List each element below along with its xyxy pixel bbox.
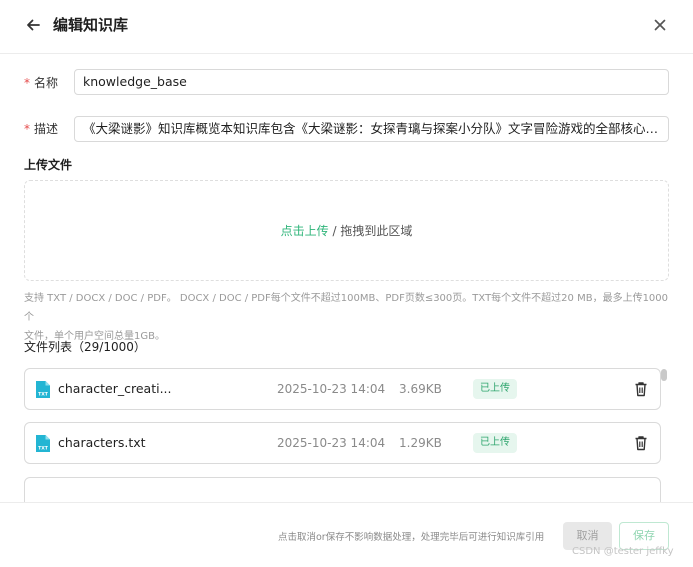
file-size: 1.29KB bbox=[399, 436, 442, 450]
footer-note: 点击取消or保存不影响数据处理，处理完毕后可进行知识库引用 bbox=[278, 532, 545, 543]
page-title: 编辑知识库 bbox=[53, 16, 129, 34]
trash-icon[interactable] bbox=[634, 381, 648, 397]
name-input[interactable]: knowledge_base bbox=[74, 69, 669, 95]
arrow-left-icon[interactable] bbox=[24, 16, 42, 34]
dialog-header: 编辑知识库 bbox=[0, 0, 693, 54]
file-date: 2025-10-23 14:04 bbox=[277, 382, 386, 396]
upload-hint: 支持 TXT / DOCX / DOC / PDF。 DOCX / DOC / … bbox=[24, 293, 669, 342]
status-badge: 已上传 bbox=[473, 433, 517, 453]
trash-icon[interactable] bbox=[634, 435, 648, 451]
txt-file-icon: TXT bbox=[36, 381, 50, 398]
file-name: character_creati... bbox=[58, 381, 172, 396]
description-input[interactable]: 《大梁谜影》知识库概览本知识库包含《大梁谜影：女探青璃与探案小分队》文字冒险游戏… bbox=[74, 116, 669, 142]
name-label: * 名称 bbox=[24, 76, 59, 90]
file-row[interactable]: TXT character_creati... 2025-10-23 14:04… bbox=[24, 368, 661, 410]
description-label: * 描述 bbox=[24, 122, 59, 136]
scrollbar-thumb[interactable] bbox=[661, 369, 667, 381]
watermark: CSDN @tester jeffky bbox=[572, 546, 674, 557]
required-mark: * bbox=[24, 76, 30, 90]
file-row[interactable]: TXT characters.txt 2025-10-23 14:04 1.29… bbox=[24, 422, 661, 464]
file-date: 2025-10-23 14:04 bbox=[277, 436, 386, 450]
status-badge: 已上传 bbox=[473, 379, 517, 399]
svg-text:TXT: TXT bbox=[38, 392, 49, 398]
close-icon[interactable] bbox=[652, 17, 668, 33]
click-upload-link[interactable]: 点击上传 bbox=[281, 222, 329, 239]
txt-file-icon: TXT bbox=[36, 435, 50, 452]
required-mark: * bbox=[24, 122, 30, 136]
drag-upload-text: / 拖拽到此区域 bbox=[328, 224, 413, 238]
file-size: 3.69KB bbox=[399, 382, 442, 396]
file-name: characters.txt bbox=[58, 435, 146, 450]
svg-text:TXT: TXT bbox=[38, 446, 49, 452]
file-list-title: 文件列表（29/1000） bbox=[24, 340, 146, 354]
upload-dropzone[interactable]: 点击上传 / 拖拽到此区域 bbox=[24, 180, 669, 281]
upload-section-title: 上传文件 bbox=[24, 158, 73, 172]
